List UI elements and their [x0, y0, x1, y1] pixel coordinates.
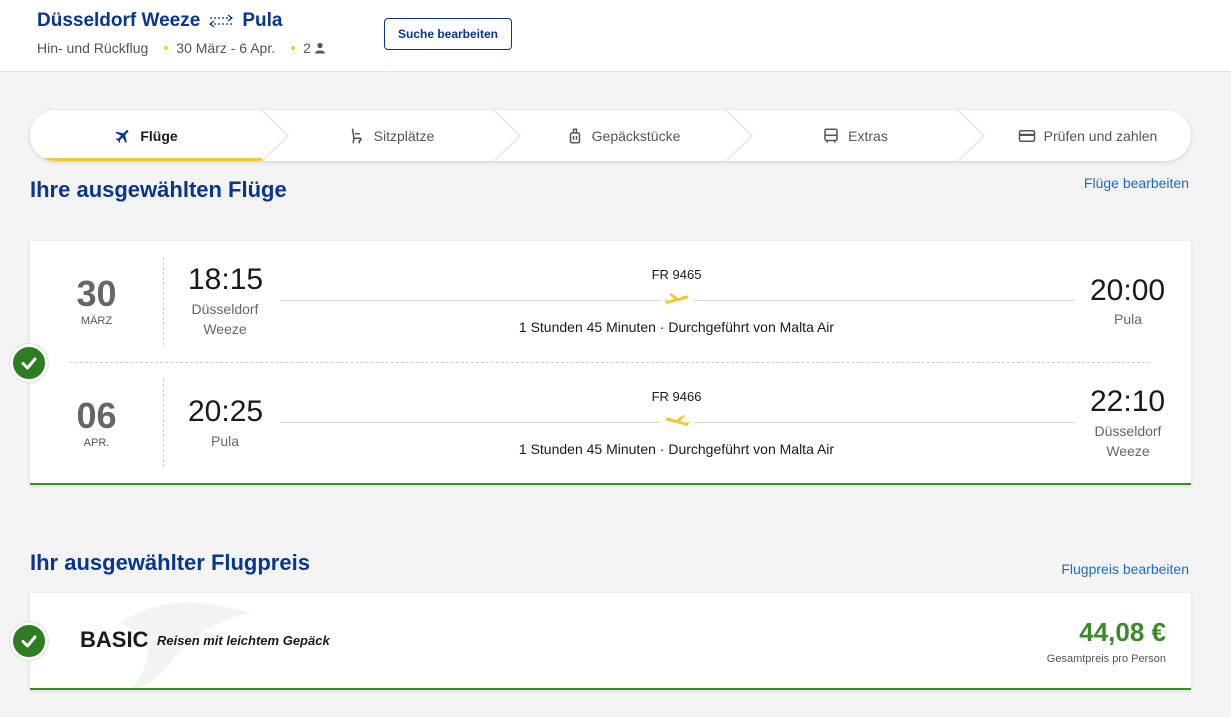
fare-selected-check	[10, 622, 48, 660]
step-flights[interactable]: Flüge	[30, 110, 262, 161]
step-seats[interactable]: Sitzplätze	[288, 110, 494, 161]
departure-time: 18:15	[188, 263, 264, 296]
destination-label: Pula	[242, 10, 283, 31]
fare-description: Reisen mit leichtem Gepäck	[157, 633, 330, 648]
origin-label: Düsseldorf Weeze	[37, 10, 201, 31]
step-divider	[726, 110, 754, 161]
departure-city: Düsseldorf Weeze	[191, 301, 259, 337]
step-label: Prüfen und zahlen	[1043, 127, 1158, 144]
arrival-time: 20:00	[1090, 274, 1166, 307]
seat-icon	[351, 128, 362, 143]
edit-fare-link[interactable]: Flugpreis bearbeiten	[1061, 561, 1189, 577]
passenger-count: 2	[303, 40, 326, 56]
fare-price: 44,08 €	[1079, 617, 1166, 647]
luggage-icon	[569, 128, 580, 143]
fare-name: BASIC	[80, 627, 149, 652]
trip-type: Hin- und Rückflug	[37, 40, 149, 56]
trip-dates: 30 März - 6 Apr.	[176, 40, 276, 56]
fare-card: BASIC Reisen mit leichtem Gepäck 44,08 €…	[30, 593, 1191, 690]
edit-search-button[interactable]: Suche bearbeiten	[384, 18, 512, 50]
flight-duration: 1 Stunden 45 Minuten · Durchgeführt von …	[518, 441, 835, 457]
route-line	[694, 422, 1075, 423]
step-label: Extras	[848, 127, 888, 144]
route-line	[694, 300, 1075, 301]
flight-row-outbound[interactable]: 30 MÄRZ 18:15 Düsseldorf Weeze FR 9465 1…	[30, 253, 1191, 353]
date-divider	[163, 379, 164, 467]
checkmark-icon	[21, 635, 37, 648]
fare-price-note: Gesamtpreis pro Person	[1046, 653, 1166, 665]
flight-month: APR.	[83, 437, 110, 449]
plane-icon	[115, 129, 129, 143]
flight-month: MÄRZ	[80, 315, 113, 327]
arrival-city: Pula	[1113, 311, 1143, 327]
step-divider	[262, 110, 290, 161]
step-divider	[958, 110, 986, 161]
card-icon	[1018, 129, 1035, 142]
booking-stepper: Flüge Sitzplätze Gepäckstücke Extras Prü…	[30, 110, 1191, 161]
step-review-pay[interactable]: Prüfen und zahlen	[984, 110, 1191, 161]
trip-summary: Hin- und Rückflug 30 März - 6 Apr. 2	[37, 40, 326, 56]
trip-header: Düsseldorf Weeze Pula Hin- und Rückflug …	[0, 0, 1231, 72]
passenger-count-value: 2	[303, 40, 311, 56]
step-label: Sitzplätze	[373, 127, 435, 144]
route-line	[280, 422, 660, 423]
checkmark-icon	[21, 357, 37, 370]
inbound-plane-icon	[665, 415, 689, 426]
fare-section-title: Ihr ausgewählter Flugpreis	[30, 550, 310, 575]
round-trip-icon	[208, 14, 234, 28]
flight-row-inbound[interactable]: 06 APR. 20:25 Pula FR 9466 1 Stunden 45 …	[30, 375, 1191, 475]
flight-duration: 1 Stunden 45 Minuten · Durchgeführt von …	[518, 319, 835, 335]
step-label: Gepäckstücke	[591, 127, 681, 144]
step-label: Flüge	[140, 127, 178, 144]
route-title: Düsseldorf Weeze Pula	[37, 10, 282, 32]
arrival-time: 22:10	[1090, 385, 1166, 418]
outbound-plane-icon	[665, 293, 689, 304]
flight-number: FR 9465	[651, 267, 702, 282]
departure-time: 20:25	[188, 395, 264, 428]
step-luggage[interactable]: Gepäckstücke	[520, 110, 726, 161]
flights-section-title: Ihre ausgewählten Flüge	[30, 177, 287, 202]
arrival-city: Düsseldorf Weeze	[1094, 423, 1162, 459]
departure-city: Pula	[210, 433, 240, 449]
separator-dot	[291, 46, 296, 50]
flight-number: FR 9466	[651, 389, 702, 404]
flight-divider	[70, 362, 1150, 363]
flights-card: 30 MÄRZ 18:15 Düsseldorf Weeze FR 9465 1…	[30, 241, 1191, 485]
flight-day: 30	[76, 273, 117, 314]
separator-dot	[164, 46, 169, 50]
step-divider	[494, 110, 522, 161]
route-line	[280, 300, 660, 301]
person-icon	[314, 42, 325, 54]
step-extras[interactable]: Extras	[752, 110, 958, 161]
date-divider	[163, 257, 164, 345]
flights-selected-check	[10, 344, 48, 382]
flight-day: 06	[76, 395, 117, 436]
bus-icon	[824, 128, 838, 143]
edit-flights-link[interactable]: Flüge bearbeiten	[1084, 175, 1189, 191]
